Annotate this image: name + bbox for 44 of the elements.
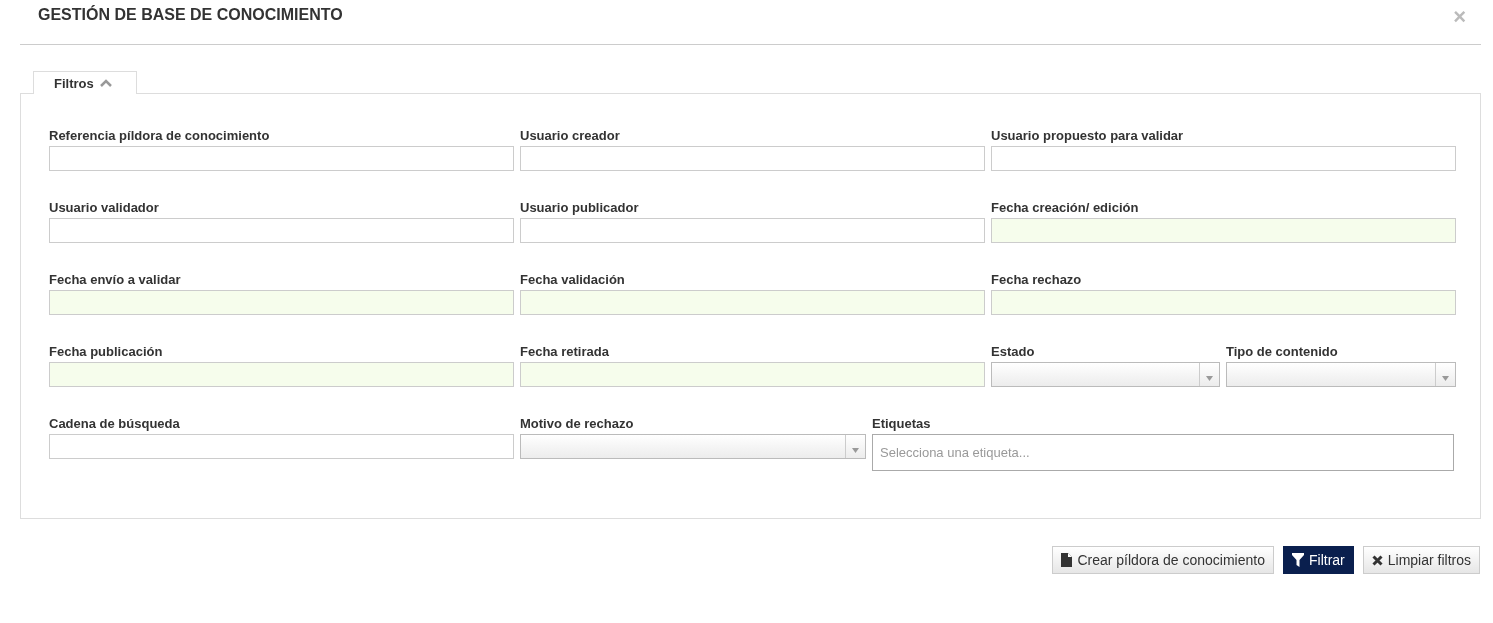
dropdown[interactable]	[991, 362, 1220, 387]
filter-button[interactable]: Filtrar	[1282, 546, 1354, 574]
field-label: Etiquetas	[872, 416, 932, 431]
chevron-icon	[99, 79, 112, 87]
field-label: Fecha rechazo	[991, 272, 1083, 287]
caret-icon	[1206, 376, 1213, 381]
date-field[interactable]	[520, 290, 985, 315]
clear-filters-button[interactable]: Limpiar filtros	[1362, 546, 1480, 574]
field-label: Usuario creador	[520, 128, 621, 143]
filters-tab[interactable]: Filtros	[33, 71, 137, 94]
caret-icon	[852, 448, 859, 453]
dialog-title: GESTIÓN DE BASE DE CONOCIMIENTO	[38, 6, 343, 24]
field-label: Tipo de contenido	[1226, 344, 1339, 359]
input-field[interactable]	[49, 434, 514, 459]
create-button[interactable]: Crear píldora de conocimiento	[1052, 546, 1274, 574]
filter-icon	[1291, 553, 1304, 567]
field-label: Cadena de búsqueda	[49, 416, 181, 431]
field-label: Fecha envío a validar	[49, 272, 182, 287]
field-label: Fecha retirada	[520, 344, 610, 359]
close-icon	[1371, 554, 1383, 566]
input-field[interactable]	[520, 218, 985, 243]
field-label: Motivo de rechazo	[520, 416, 635, 431]
date-field[interactable]	[991, 290, 1456, 315]
input-field[interactable]	[991, 146, 1456, 171]
field-label: Fecha publicación	[49, 344, 164, 359]
input-field[interactable]	[49, 146, 514, 171]
field-label: Referencia píldora de conocimiento	[49, 128, 271, 143]
input-field[interactable]	[49, 218, 514, 243]
field-label: Usuario validador	[49, 200, 160, 215]
field-label: Fecha validación	[520, 272, 626, 287]
date-field[interactable]	[49, 290, 514, 315]
field-label: Estado	[991, 344, 1036, 359]
dropdown[interactable]	[1226, 362, 1456, 387]
document-icon	[1061, 553, 1073, 567]
date-field[interactable]	[49, 362, 514, 387]
date-field[interactable]	[520, 362, 985, 387]
date-field[interactable]	[991, 218, 1456, 243]
field-label: Usuario publicador	[520, 200, 640, 215]
dropdown[interactable]	[520, 434, 866, 459]
field-label: Usuario propuesto para validar	[991, 128, 1185, 143]
caret-icon	[1442, 376, 1449, 381]
field-label: Fecha creación/ edición	[991, 200, 1140, 215]
input-field[interactable]	[520, 146, 985, 171]
tags-field[interactable]: Selecciona una etiqueta...	[872, 434, 1454, 471]
